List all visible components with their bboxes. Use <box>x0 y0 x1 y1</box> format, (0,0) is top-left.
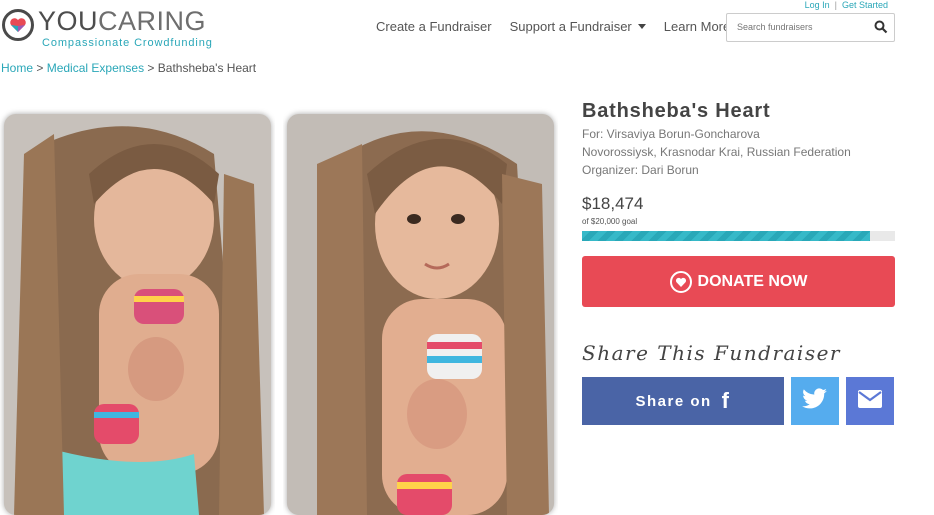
progress-bar <box>582 231 895 241</box>
campaign-beneficiary: For: Virsaviya Borun-Goncharova <box>582 127 760 141</box>
campaign-location: Novorossiysk, Krasnodar Krai, Russian Fe… <box>582 145 851 159</box>
twitter-icon <box>802 387 828 415</box>
heart-icon <box>669 270 692 293</box>
girl-photo-right <box>287 114 554 515</box>
donate-button[interactable]: DONATE NOW <box>582 256 895 307</box>
nav-support-fundraiser[interactable]: Support a Fundraiser <box>510 19 646 34</box>
campaign-photo-right[interactable] <box>283 102 558 515</box>
share-heading: Share This Fundraiser <box>582 341 841 365</box>
campaign-organizer: Organizer: Dari Borun <box>582 163 699 177</box>
search-input[interactable] <box>737 22 867 32</box>
share-facebook-label: Share on <box>635 392 712 410</box>
get-started-link[interactable]: Get Started <box>842 0 888 10</box>
search-box <box>726 13 895 42</box>
envelope-icon <box>858 389 882 413</box>
campaign-title: Bathsheba's Heart <box>582 100 771 122</box>
breadcrumb-category[interactable]: Medical Expenses <box>47 61 144 75</box>
campaign-photo-left[interactable] <box>0 102 275 515</box>
chevron-down-icon <box>637 24 646 29</box>
logo-heart-icon <box>2 9 34 41</box>
share-twitter-button[interactable] <box>791 377 839 425</box>
donate-label: DONATE NOW <box>697 272 808 290</box>
goal-amount: of $20,000 goal <box>582 217 638 226</box>
girl-photo-left <box>4 114 271 515</box>
facebook-icon: f <box>721 388 731 413</box>
share-email-button[interactable] <box>846 377 894 425</box>
amount-raised: $18,474 <box>582 194 644 213</box>
login-link[interactable]: Log In <box>805 0 830 10</box>
breadcrumb-home[interactable]: Home <box>1 61 33 75</box>
site-logo[interactable]: YOUCARING Compassionate Crowdfunding <box>2 6 212 49</box>
main-nav: Create a Fundraiser Support a Fundraiser… <box>376 19 762 34</box>
logo-tagline: Compassionate Crowdfunding <box>42 37 213 49</box>
progress-bar-fill <box>582 231 870 241</box>
breadcrumb: Home > Medical Expenses > Bathsheba's He… <box>1 61 257 75</box>
top-links: Log In | Get Started <box>804 0 888 10</box>
logo-wordmark: YOUCARING <box>38 6 207 36</box>
share-facebook-button[interactable]: Share on f <box>582 377 784 425</box>
breadcrumb-current: Bathsheba's Heart <box>157 61 257 75</box>
nav-create-fundraiser[interactable]: Create a Fundraiser <box>376 19 492 34</box>
search-icon[interactable] <box>874 20 888 39</box>
